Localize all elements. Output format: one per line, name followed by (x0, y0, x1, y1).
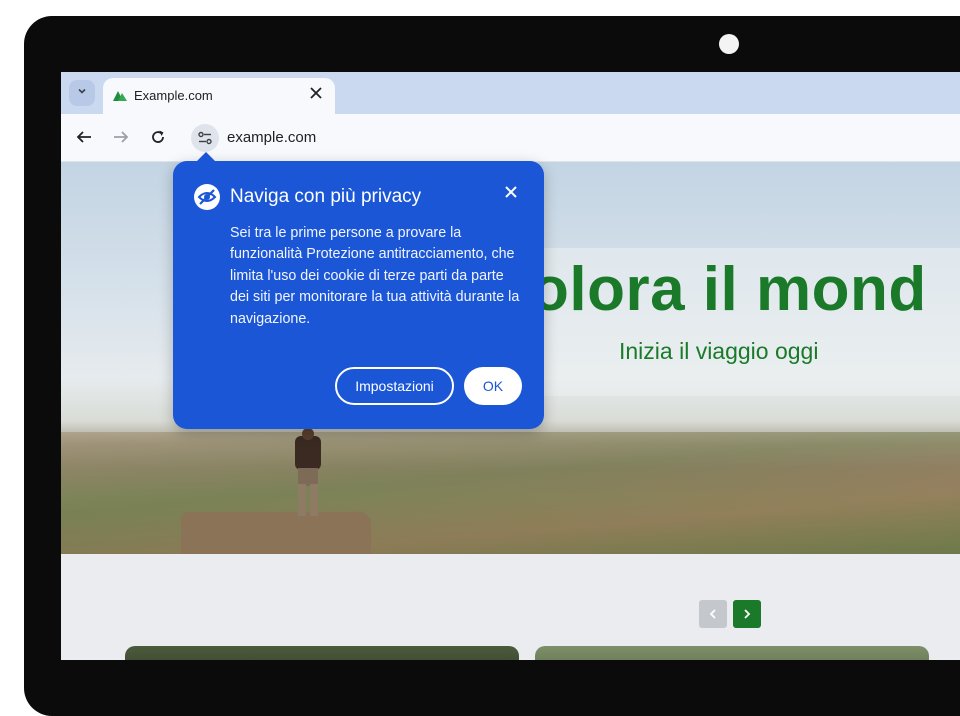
card-thumbnail[interactable] (125, 646, 519, 660)
eye-off-icon (193, 183, 221, 216)
hiker-image (295, 428, 321, 516)
reload-button[interactable] (147, 126, 169, 148)
forward-button[interactable] (110, 126, 132, 148)
settings-button[interactable]: Impostazioni (335, 367, 454, 405)
popup-body: Sei tra le prime persone a provare la fu… (230, 225, 520, 327)
site-settings-button[interactable] (191, 124, 219, 152)
browser-window: Example.com example.com olora il mond In… (61, 72, 960, 660)
address-bar[interactable]: example.com (227, 129, 316, 146)
chevron-down-icon (76, 84, 88, 102)
rock-image (181, 512, 371, 554)
tab-strip: Example.com (61, 72, 960, 114)
favicon-icon (111, 88, 129, 109)
tab-example[interactable]: Example.com (103, 78, 335, 114)
hero-subtitle: Inizia il viaggio oggi (619, 338, 819, 364)
privacy-popup: Naviga con più privacy Sei tra le prime … (173, 152, 544, 429)
carousel-prev-button[interactable] (699, 600, 727, 628)
arrow-left-icon (76, 131, 91, 143)
close-icon[interactable] (307, 85, 325, 103)
tab-title: Example.com (134, 88, 213, 103)
carousel-next-button[interactable] (733, 600, 761, 628)
tune-icon (198, 131, 212, 145)
popup-title: Naviga con più privacy (230, 186, 422, 207)
camera-icon (719, 34, 739, 54)
content-section (61, 554, 960, 660)
arrow-right-icon (114, 131, 129, 143)
reload-icon (152, 130, 164, 143)
chevron-left-icon (709, 609, 716, 619)
ok-button[interactable]: OK (464, 367, 522, 405)
hero-title: olora il mond (531, 255, 927, 324)
card-thumbnail[interactable] (535, 646, 929, 660)
toolbar: example.com (61, 114, 960, 162)
chevron-right-icon (744, 609, 751, 619)
back-button[interactable] (73, 126, 95, 148)
close-icon[interactable] (502, 183, 520, 203)
tab-search-button[interactable] (69, 80, 95, 106)
